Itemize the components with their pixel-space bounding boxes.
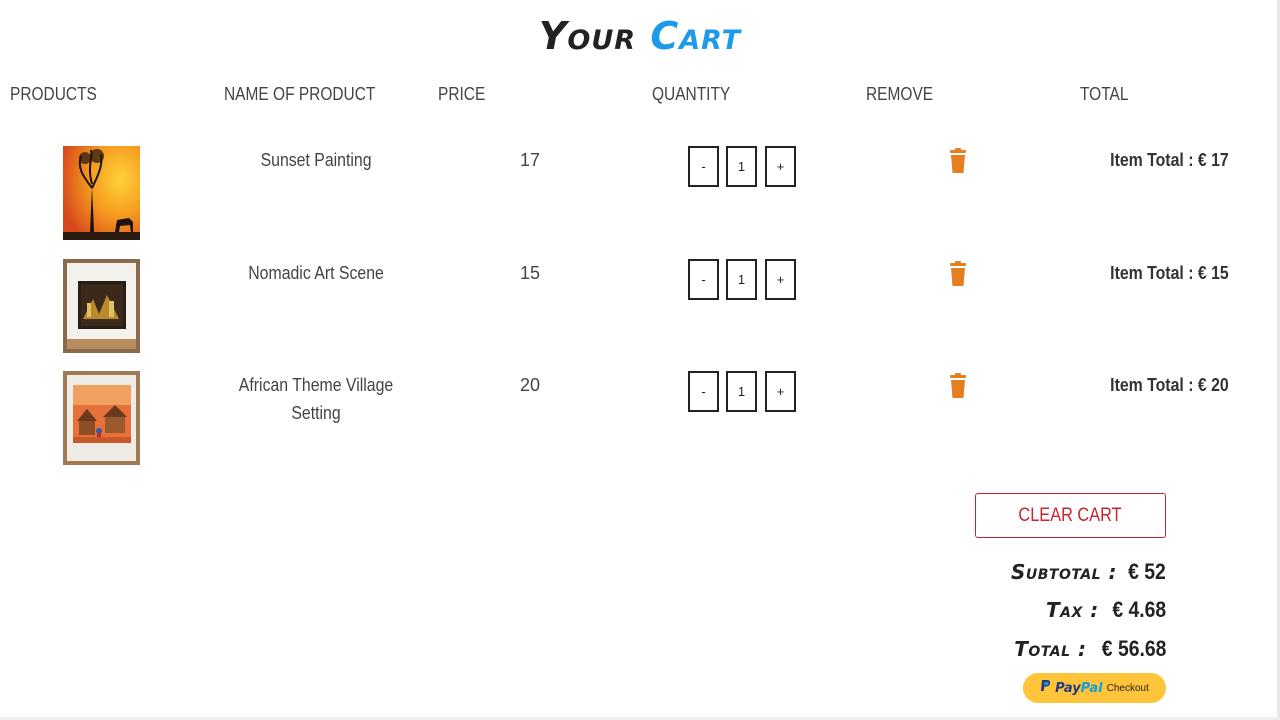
product-name: Nomadic Art Scene xyxy=(248,263,384,283)
page-title: Your Cart xyxy=(0,12,1280,60)
quantity-value[interactable]: 1 xyxy=(726,259,757,300)
table-row: Nomadic Art Scene 15 - 1 + Item Total : … xyxy=(0,259,1280,359)
total-label: Total : xyxy=(1014,637,1087,661)
column-header-price: PRICE xyxy=(438,84,486,104)
paypal-wordmark-pal: Pal xyxy=(1080,680,1103,696)
paypal-wordmark-pay: Pay xyxy=(1055,680,1081,696)
item-total: Item Total : € 17 xyxy=(1110,150,1229,170)
subtotal-label: Subtotal : xyxy=(1010,560,1118,584)
item-total: Item Total : € 15 xyxy=(1110,263,1229,283)
product-image-sunset-painting xyxy=(63,146,140,240)
paypal-logo-icon xyxy=(1040,679,1051,697)
cart-page: Your Cart PRODUCTS NAME OF PRODUCT PRICE… xyxy=(0,0,1280,720)
decrease-quantity-button[interactable]: - xyxy=(688,371,719,412)
paypal-checkout-button[interactable]: PayPal Checkout xyxy=(1023,673,1166,703)
trash-icon[interactable] xyxy=(947,148,969,174)
tax-value: € 4.68 xyxy=(1112,597,1166,622)
product-image-african-village xyxy=(63,371,140,465)
tax-label: Tax : xyxy=(1045,598,1099,622)
tax-line: Tax : € 4.68 xyxy=(1046,595,1166,625)
table-row: African Theme Village Setting 20 - 1 + I… xyxy=(0,371,1280,471)
product-price: 20 xyxy=(519,375,541,395)
paypal-wordmark: PayPal xyxy=(1055,681,1102,696)
product-price: 17 xyxy=(519,150,541,170)
clear-cart-button[interactable]: CLEAR CART xyxy=(975,493,1166,538)
paypal-checkout-label: Checkout xyxy=(1106,682,1149,694)
quantity-value[interactable]: 1 xyxy=(726,371,757,412)
quantity-value[interactable]: 1 xyxy=(726,146,757,187)
subtotal-value: € 52 xyxy=(1128,559,1166,584)
trash-icon[interactable] xyxy=(947,373,969,399)
decrease-quantity-button[interactable]: - xyxy=(688,259,719,300)
product-price: 15 xyxy=(519,263,541,283)
column-header-name: NAME OF PRODUCT xyxy=(224,84,376,104)
product-name: Sunset Painting xyxy=(260,150,372,170)
column-header-remove: REMOVE xyxy=(866,84,934,104)
subtotal-line: Subtotal : € 52 xyxy=(1011,557,1166,587)
product-image-nomadic-art-scene xyxy=(63,259,140,353)
trash-icon[interactable] xyxy=(947,261,969,287)
decrease-quantity-button[interactable]: - xyxy=(688,146,719,187)
product-name: African Theme Village Setting xyxy=(238,375,394,423)
item-total: Item Total : € 20 xyxy=(1110,375,1229,395)
column-header-total: TOTAL xyxy=(1080,84,1129,104)
increase-quantity-button[interactable]: + xyxy=(765,146,796,187)
increase-quantity-button[interactable]: + xyxy=(765,259,796,300)
increase-quantity-button[interactable]: + xyxy=(765,371,796,412)
total-value: € 56.68 xyxy=(1101,636,1166,661)
total-line: Total : € 56.68 xyxy=(1014,634,1166,664)
column-header-quantity: QUANTITY xyxy=(652,84,731,104)
table-row: Sunset Painting 17 - 1 + Item Total : € … xyxy=(0,146,1280,246)
column-header-products: PRODUCTS xyxy=(10,84,97,104)
title-word-cart: Cart xyxy=(650,14,742,58)
title-word-your: Your xyxy=(538,14,637,58)
